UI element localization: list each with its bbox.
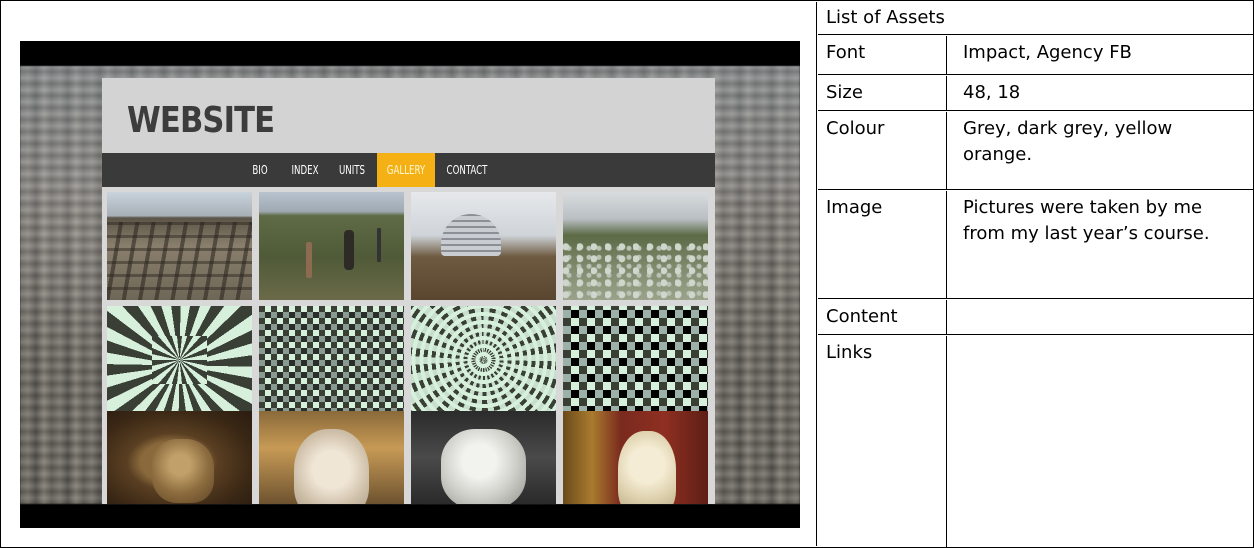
mockup-nav-gallery-label: GALLERY (386, 163, 426, 177)
assets-row-label: Font (818, 36, 947, 74)
mockup-nav-bar: BIO INDEX UNITS GALLERY CONTACT (102, 153, 715, 187)
gallery-photo-paving (107, 192, 252, 300)
gallery-photo-pond (563, 192, 708, 300)
assets-row-value: 48, 18 (963, 82, 1021, 103)
gallery-sculpture-bust-1 (107, 411, 252, 504)
assets-row-label: Size (818, 76, 947, 110)
assets-row-font: Font Impact, Agency FB (818, 36, 1253, 75)
assets-row-value: Pictures were taken by me from my last y… (963, 197, 1210, 244)
assets-table-title: List of Assets (818, 1, 1253, 35)
gallery-sculpture-bust-2 (259, 411, 404, 504)
mockup-nav-contact: CONTACT (446, 163, 488, 177)
assets-row-value: Impact, Agency FB (963, 42, 1132, 63)
assets-row-size: Size 48, 18 (818, 76, 1253, 111)
assets-row-content: Content (818, 300, 1253, 335)
mockup-nav-gallery: GALLERY (377, 153, 435, 187)
gallery-sculpture-bust-3 (563, 411, 708, 504)
assets-row-label: Colour (818, 112, 947, 189)
mockup-nav-units: UNITS (338, 163, 366, 177)
gallery-opart-spiral (107, 306, 252, 414)
gallery-opart-checker (563, 306, 708, 414)
gallery-sculpture-statue (411, 411, 556, 504)
gallery-photo-building (411, 192, 556, 300)
assets-row-value: Grey, dark grey, yellow orange. (963, 118, 1173, 165)
mockup-nav-index: INDEX (291, 163, 319, 177)
assets-row-label: Links (818, 336, 947, 547)
assets-row-links: Links (818, 336, 1253, 547)
assets-row-value (948, 300, 1253, 334)
mockup-site-page: WEBSITE BIO INDEX UNITS GALLERY CONTACT (102, 78, 715, 504)
assets-row-value (948, 336, 1253, 547)
mockup-site-header: WEBSITE (102, 78, 715, 153)
mockup-site-logo: WEBSITE (127, 100, 275, 141)
gallery-opart-radial (411, 306, 556, 414)
assets-row-colour: Colour Grey, dark grey, yellow orange. (818, 112, 1253, 190)
mockup-gallery-grid (107, 192, 710, 504)
gallery-opart-checker-warp (259, 306, 404, 414)
website-mockup-image: WEBSITE BIO INDEX UNITS GALLERY CONTACT (20, 41, 800, 528)
assets-row-image: Image Pictures were taken by me from my … (818, 191, 1253, 299)
gallery-photo-field (259, 192, 404, 300)
assets-row-label: Image (818, 191, 947, 298)
assets-row-label: Content (818, 300, 947, 334)
mockup-nav-bio: BIO (252, 163, 268, 177)
